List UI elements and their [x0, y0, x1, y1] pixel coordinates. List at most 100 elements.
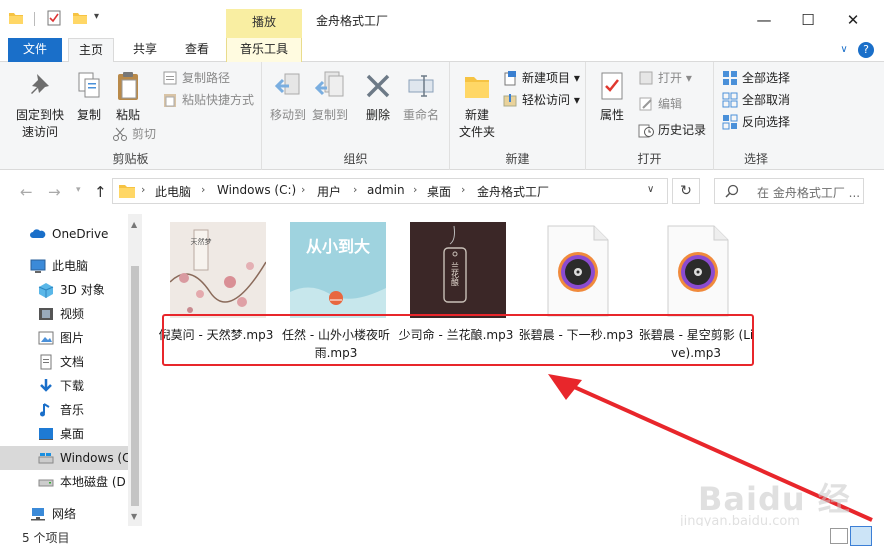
- folder-icon[interactable]: [8, 10, 24, 26]
- history-button[interactable]: 历史记录: [638, 120, 706, 140]
- rename-button[interactable]: 重命名: [400, 70, 442, 123]
- maximize-button[interactable]: ☐: [788, 6, 828, 34]
- file-list: 天然梦 倪莫问 - 天然梦.mp3 从小到大 任然 - 山外小楼夜听雨.mp3 …: [142, 214, 884, 556]
- nav-item-desktop[interactable]: 桌面: [0, 422, 128, 446]
- nav-scrollbar[interactable]: ▲ ▼: [128, 214, 142, 526]
- copy-to-icon: [315, 71, 344, 97]
- nav-item-onedrive[interactable]: OneDrive: [0, 222, 128, 246]
- tab-home[interactable]: 主页: [68, 38, 114, 63]
- recent-locations-icon[interactable]: ▾: [76, 185, 81, 195]
- crumb-separator[interactable]: ›: [141, 183, 145, 196]
- edit-button[interactable]: 编辑: [638, 94, 682, 114]
- crumb-windows-c[interactable]: Windows (C:): [217, 183, 296, 197]
- navigation-pane: OneDrive 此电脑 3D 对象 视频 图片 文档 下载 音乐 桌面 Win…: [0, 214, 142, 526]
- delete-button[interactable]: 删除: [362, 70, 394, 123]
- clipboard-group: 固定到快 速访问 复制 粘贴 复制路径 粘贴快捷方式 剪切 剪贴板: [0, 62, 262, 170]
- nav-item-documents[interactable]: 文档: [0, 350, 128, 374]
- album-art-dark: 兰花酿: [410, 222, 506, 318]
- rename-label: 重命名: [402, 108, 439, 122]
- nav-item-videos[interactable]: 视频: [0, 302, 128, 326]
- new-folder-big-icon: [465, 77, 489, 98]
- refresh-button[interactable]: ↻: [672, 178, 700, 204]
- paste-button[interactable]: 粘贴: [110, 70, 146, 123]
- close-button[interactable]: ✕: [833, 6, 873, 34]
- tab-share[interactable]: 共享: [122, 38, 168, 62]
- new-folder-label-line2: 文件夹: [458, 125, 495, 139]
- nav-item-windows-c[interactable]: Windows (C: [0, 446, 128, 470]
- nav-item-pictures[interactable]: 图片: [0, 326, 128, 350]
- large-icons-view-icon[interactable]: [850, 526, 872, 546]
- back-arrow-icon[interactable]: ←: [20, 183, 33, 201]
- pin-icon: [31, 74, 49, 94]
- copy-path-button[interactable]: 复制路径: [162, 68, 230, 88]
- minimize-button[interactable]: —: [744, 6, 784, 34]
- copy-to-button[interactable]: 复制到: [310, 70, 350, 123]
- select-all-button[interactable]: 全部选择: [722, 68, 790, 88]
- up-arrow-icon[interactable]: ↑: [94, 183, 107, 201]
- select-none-button[interactable]: 全部取消: [722, 90, 790, 110]
- crumb-current-folder[interactable]: 金舟格式工厂: [477, 183, 549, 200]
- search-box[interactable]: 在 金舟格式工厂 ...: [714, 178, 864, 204]
- cut-button[interactable]: 剪切: [112, 124, 156, 144]
- title-bar: ▾ 播放 金舟格式工厂 — ☐ ✕: [0, 0, 884, 38]
- music-file-icon: [547, 225, 609, 317]
- details-view-icon[interactable]: [830, 528, 848, 544]
- nav-item-network[interactable]: 网络: [0, 502, 128, 526]
- move-to-button[interactable]: 移动到: [268, 70, 308, 123]
- copy-path-icon: [163, 71, 177, 85]
- scroll-thumb[interactable]: [131, 266, 139, 506]
- properties-button[interactable]: 属性: [592, 70, 632, 123]
- contextual-tab-header: 播放: [226, 9, 302, 38]
- nav-item-3d-objects[interactable]: 3D 对象: [0, 278, 128, 302]
- select-none-icon: [722, 92, 738, 108]
- copy-button[interactable]: 复制: [72, 70, 106, 123]
- forward-arrow-icon[interactable]: →: [48, 183, 61, 201]
- select-all-label: 全部选择: [742, 71, 791, 85]
- paste-shortcut-label: 粘贴快捷方式: [182, 93, 255, 107]
- nav-item-label: 3D 对象: [60, 283, 105, 297]
- customize-quick-access-icon[interactable]: ▾: [94, 11, 99, 22]
- properties-icon[interactable]: [46, 10, 62, 26]
- new-item-button[interactable]: 新建项目 ▾: [502, 68, 580, 88]
- new-folder-button[interactable]: 新建 文件夹: [456, 70, 498, 140]
- crumb-separator[interactable]: ›: [461, 183, 465, 196]
- scroll-down-icon[interactable]: ▼: [131, 512, 137, 521]
- crumb-separator[interactable]: ›: [413, 183, 417, 196]
- 3d-objects-icon: [38, 283, 54, 298]
- music-icon: [40, 403, 50, 417]
- nav-item-music[interactable]: 音乐: [0, 398, 128, 422]
- pin-quick-access-button[interactable]: 固定到快 速访问: [10, 70, 70, 140]
- crumb-separator[interactable]: ›: [301, 183, 305, 196]
- organize-group-label: 组织: [343, 152, 368, 166]
- rename-icon: [408, 75, 434, 97]
- help-icon[interactable]: ?: [858, 42, 874, 58]
- crumb-this-pc[interactable]: 此电脑: [155, 183, 191, 200]
- address-folder-icon: [119, 185, 135, 198]
- ribbon-collapse-icon[interactable]: ∨: [836, 42, 852, 58]
- easy-access-button[interactable]: 轻松访问 ▾: [502, 90, 580, 110]
- nav-item-local-disk-d[interactable]: 本地磁盘 (D: [0, 470, 128, 494]
- nav-item-this-pc[interactable]: 此电脑: [0, 254, 128, 278]
- crumb-admin[interactable]: admin: [367, 183, 405, 197]
- paste-shortcut-button[interactable]: 粘贴快捷方式: [162, 90, 254, 110]
- crumb-separator[interactable]: ›: [353, 183, 357, 196]
- scroll-up-icon[interactable]: ▲: [131, 220, 137, 229]
- crumb-separator[interactable]: ›: [201, 183, 205, 196]
- paste-icon: [118, 72, 138, 100]
- new-folder-icon[interactable]: [72, 10, 88, 26]
- invert-selection-button[interactable]: 反向选择: [722, 112, 790, 132]
- new-item-icon: [504, 71, 516, 86]
- tab-music-tools[interactable]: 音乐工具: [226, 38, 302, 62]
- invert-selection-icon: [722, 114, 738, 130]
- nav-item-downloads[interactable]: 下载: [0, 374, 128, 398]
- address-dropdown-icon[interactable]: ∨: [647, 184, 654, 195]
- crumb-desktop[interactable]: 桌面: [427, 183, 451, 200]
- tab-file[interactable]: 文件: [8, 38, 62, 62]
- paste-shortcut-icon: [164, 94, 176, 107]
- address-bar[interactable]: › 此电脑 › Windows (C:) › 用户 › admin › 桌面 ›…: [112, 178, 668, 204]
- tab-view[interactable]: 查看: [174, 38, 220, 62]
- open-button[interactable]: 打开 ▾: [638, 68, 692, 88]
- new-group: 新建 文件夹 新建项目 ▾ 轻松访问 ▾ 新建: [450, 62, 586, 170]
- highlight-box: [162, 314, 754, 366]
- crumb-users[interactable]: 用户: [317, 183, 341, 200]
